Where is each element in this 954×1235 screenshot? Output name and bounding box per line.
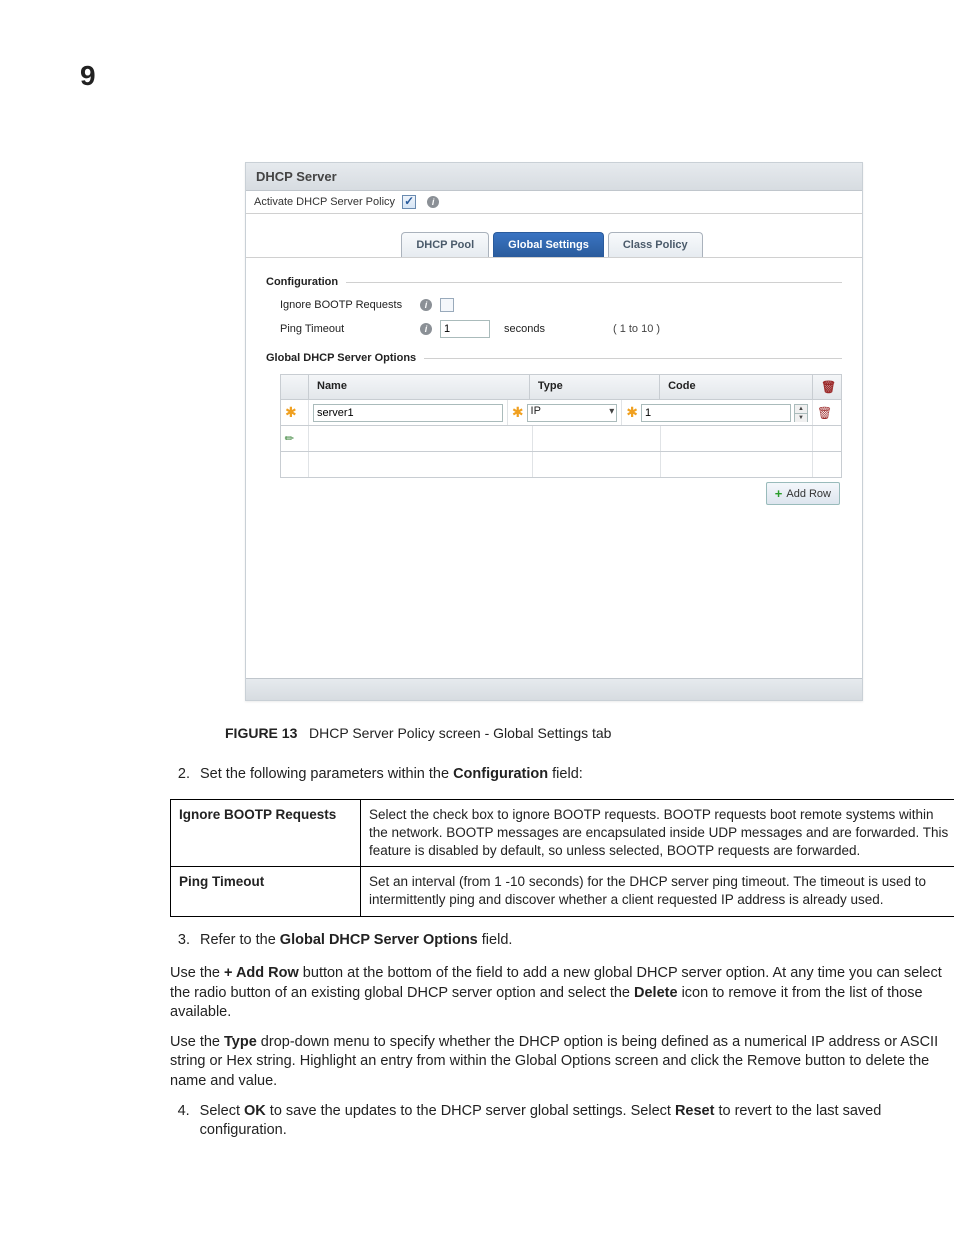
ping-unit: seconds [504, 323, 545, 335]
table-row: Ignore BOOTP Requests Select the check b… [171, 799, 954, 867]
chapter-number: 9 [80, 60, 874, 92]
ping-timeout-row: Ping Timeout i seconds ( 1 to 10 ) [280, 320, 842, 338]
info-icon[interactable]: i [420, 323, 432, 335]
panel-title: DHCP Server [246, 163, 862, 191]
ignore-bootp-checkbox[interactable] [440, 298, 454, 312]
tab-class-policy[interactable]: Class Policy [608, 232, 703, 257]
tab-dhcp-pool[interactable]: DHCP Pool [401, 232, 489, 257]
ignore-bootp-label: Ignore BOOTP Requests [280, 299, 408, 311]
bold-text: Type [224, 1034, 257, 1050]
param-name: Ignore BOOTP Requests [171, 799, 361, 867]
param-desc: Select the check box to ignore BOOTP req… [361, 799, 954, 867]
text: Use the [170, 965, 224, 981]
activate-checkbox[interactable] [402, 195, 416, 209]
bold-text: OK [244, 1103, 266, 1119]
text: Select [200, 1103, 244, 1119]
divider [424, 358, 842, 359]
panel-footer [246, 678, 862, 700]
figure-number: FIGURE 13 [225, 725, 297, 741]
required-star-icon: ✱ [285, 404, 297, 421]
text: drop-down menu to specify whether the DH… [170, 1034, 938, 1089]
table-row [280, 452, 842, 478]
plus-icon: + [775, 486, 783, 501]
dhcp-server-panel: DHCP Server Activate DHCP Server Policy … [245, 162, 863, 701]
text: Use the [170, 1034, 224, 1050]
activate-label: Activate DHCP Server Policy [254, 196, 395, 208]
global-options-legend: Global DHCP Server Options [266, 352, 842, 364]
ping-range: ( 1 to 10 ) [613, 323, 660, 335]
paragraph: Use the Type drop-down menu to specify w… [170, 1033, 954, 1092]
list-item: 3. Refer to the Global DHCP Server Optio… [170, 931, 954, 951]
param-desc: Set an interval (from 1 -10 seconds) for… [361, 867, 954, 916]
step-3-suffix: field. [478, 932, 513, 948]
code-stepper[interactable]: ▲▼ [794, 404, 808, 422]
global-options-legend-text: Global DHCP Server Options [266, 352, 416, 364]
step-3-bold: Global DHCP Server Options [280, 932, 478, 948]
table-row: ✎ [280, 426, 842, 452]
document-body: 2. Set the following parameters within t… [170, 765, 954, 1141]
list-item: 2. Set the following parameters within t… [170, 765, 954, 785]
step-3-prefix: Refer to the [200, 932, 280, 948]
tab-bar: DHCP Pool Global Settings Class Policy [246, 214, 862, 258]
ping-timeout-label: Ping Timeout [280, 323, 408, 335]
divider [346, 282, 842, 283]
col-type[interactable]: Type [530, 375, 660, 399]
parameter-table: Ignore BOOTP Requests Select the check b… [170, 799, 954, 917]
list-item: 4. Select OK to save the updates to the … [170, 1102, 954, 1141]
ignore-bootp-row: Ignore BOOTP Requests i [280, 298, 842, 312]
add-row-label: Add Row [786, 488, 831, 500]
bold-text: Reset [675, 1103, 715, 1119]
table-row: Ping Timeout Set an interval (from 1 -10… [171, 867, 954, 916]
paragraph: Use the + Add Row button at the bottom o… [170, 964, 954, 1023]
col-code[interactable]: Code [660, 375, 813, 399]
required-star-icon: ✱ [626, 404, 638, 421]
info-icon[interactable]: i [420, 299, 432, 311]
step-2-suffix: field: [548, 766, 583, 782]
step-number: 2. [170, 765, 190, 785]
param-name: Ping Timeout [171, 867, 361, 916]
info-icon[interactable]: i [427, 196, 439, 208]
row-name-input[interactable] [313, 404, 503, 422]
step-number: 3. [170, 931, 190, 951]
bold-text: + Add Row [224, 965, 299, 981]
configuration-legend: Configuration [266, 276, 842, 288]
row-code-input[interactable] [641, 404, 791, 422]
bold-text: Delete [634, 985, 678, 1001]
trash-icon[interactable]: 🗑 [821, 380, 836, 394]
trash-icon[interactable]: 🗑 [817, 406, 832, 420]
tab-global-settings[interactable]: Global Settings [493, 232, 604, 257]
required-star-icon: ✱ [512, 404, 524, 421]
step-number: 4. [170, 1102, 190, 1141]
ping-timeout-input[interactable] [440, 320, 490, 338]
step-2-prefix: Set the following parameters within the [200, 766, 453, 782]
table-row: ✱ ✱ IP ✱ ▲▼ 🗑 [280, 400, 842, 426]
step-2-bold: Configuration [453, 766, 548, 782]
figure-caption: FIGURE 13 DHCP Server Policy screen - Gl… [225, 725, 874, 741]
add-row-button[interactable]: + Add Row [766, 482, 840, 505]
text: to save the updates to the DHCP server g… [266, 1103, 675, 1119]
panel-content: Configuration Ignore BOOTP Requests i Pi… [246, 258, 862, 678]
col-name[interactable]: Name [309, 375, 530, 399]
figure-text: DHCP Server Policy screen - Global Setti… [309, 725, 611, 741]
configuration-legend-text: Configuration [266, 276, 338, 288]
row-type-select[interactable]: IP [527, 404, 618, 422]
options-grid-header: Name Type Code 🗑 [280, 374, 842, 400]
activate-row: Activate DHCP Server Policy i [246, 191, 862, 214]
edit-icon[interactable]: ✎ [282, 431, 298, 447]
